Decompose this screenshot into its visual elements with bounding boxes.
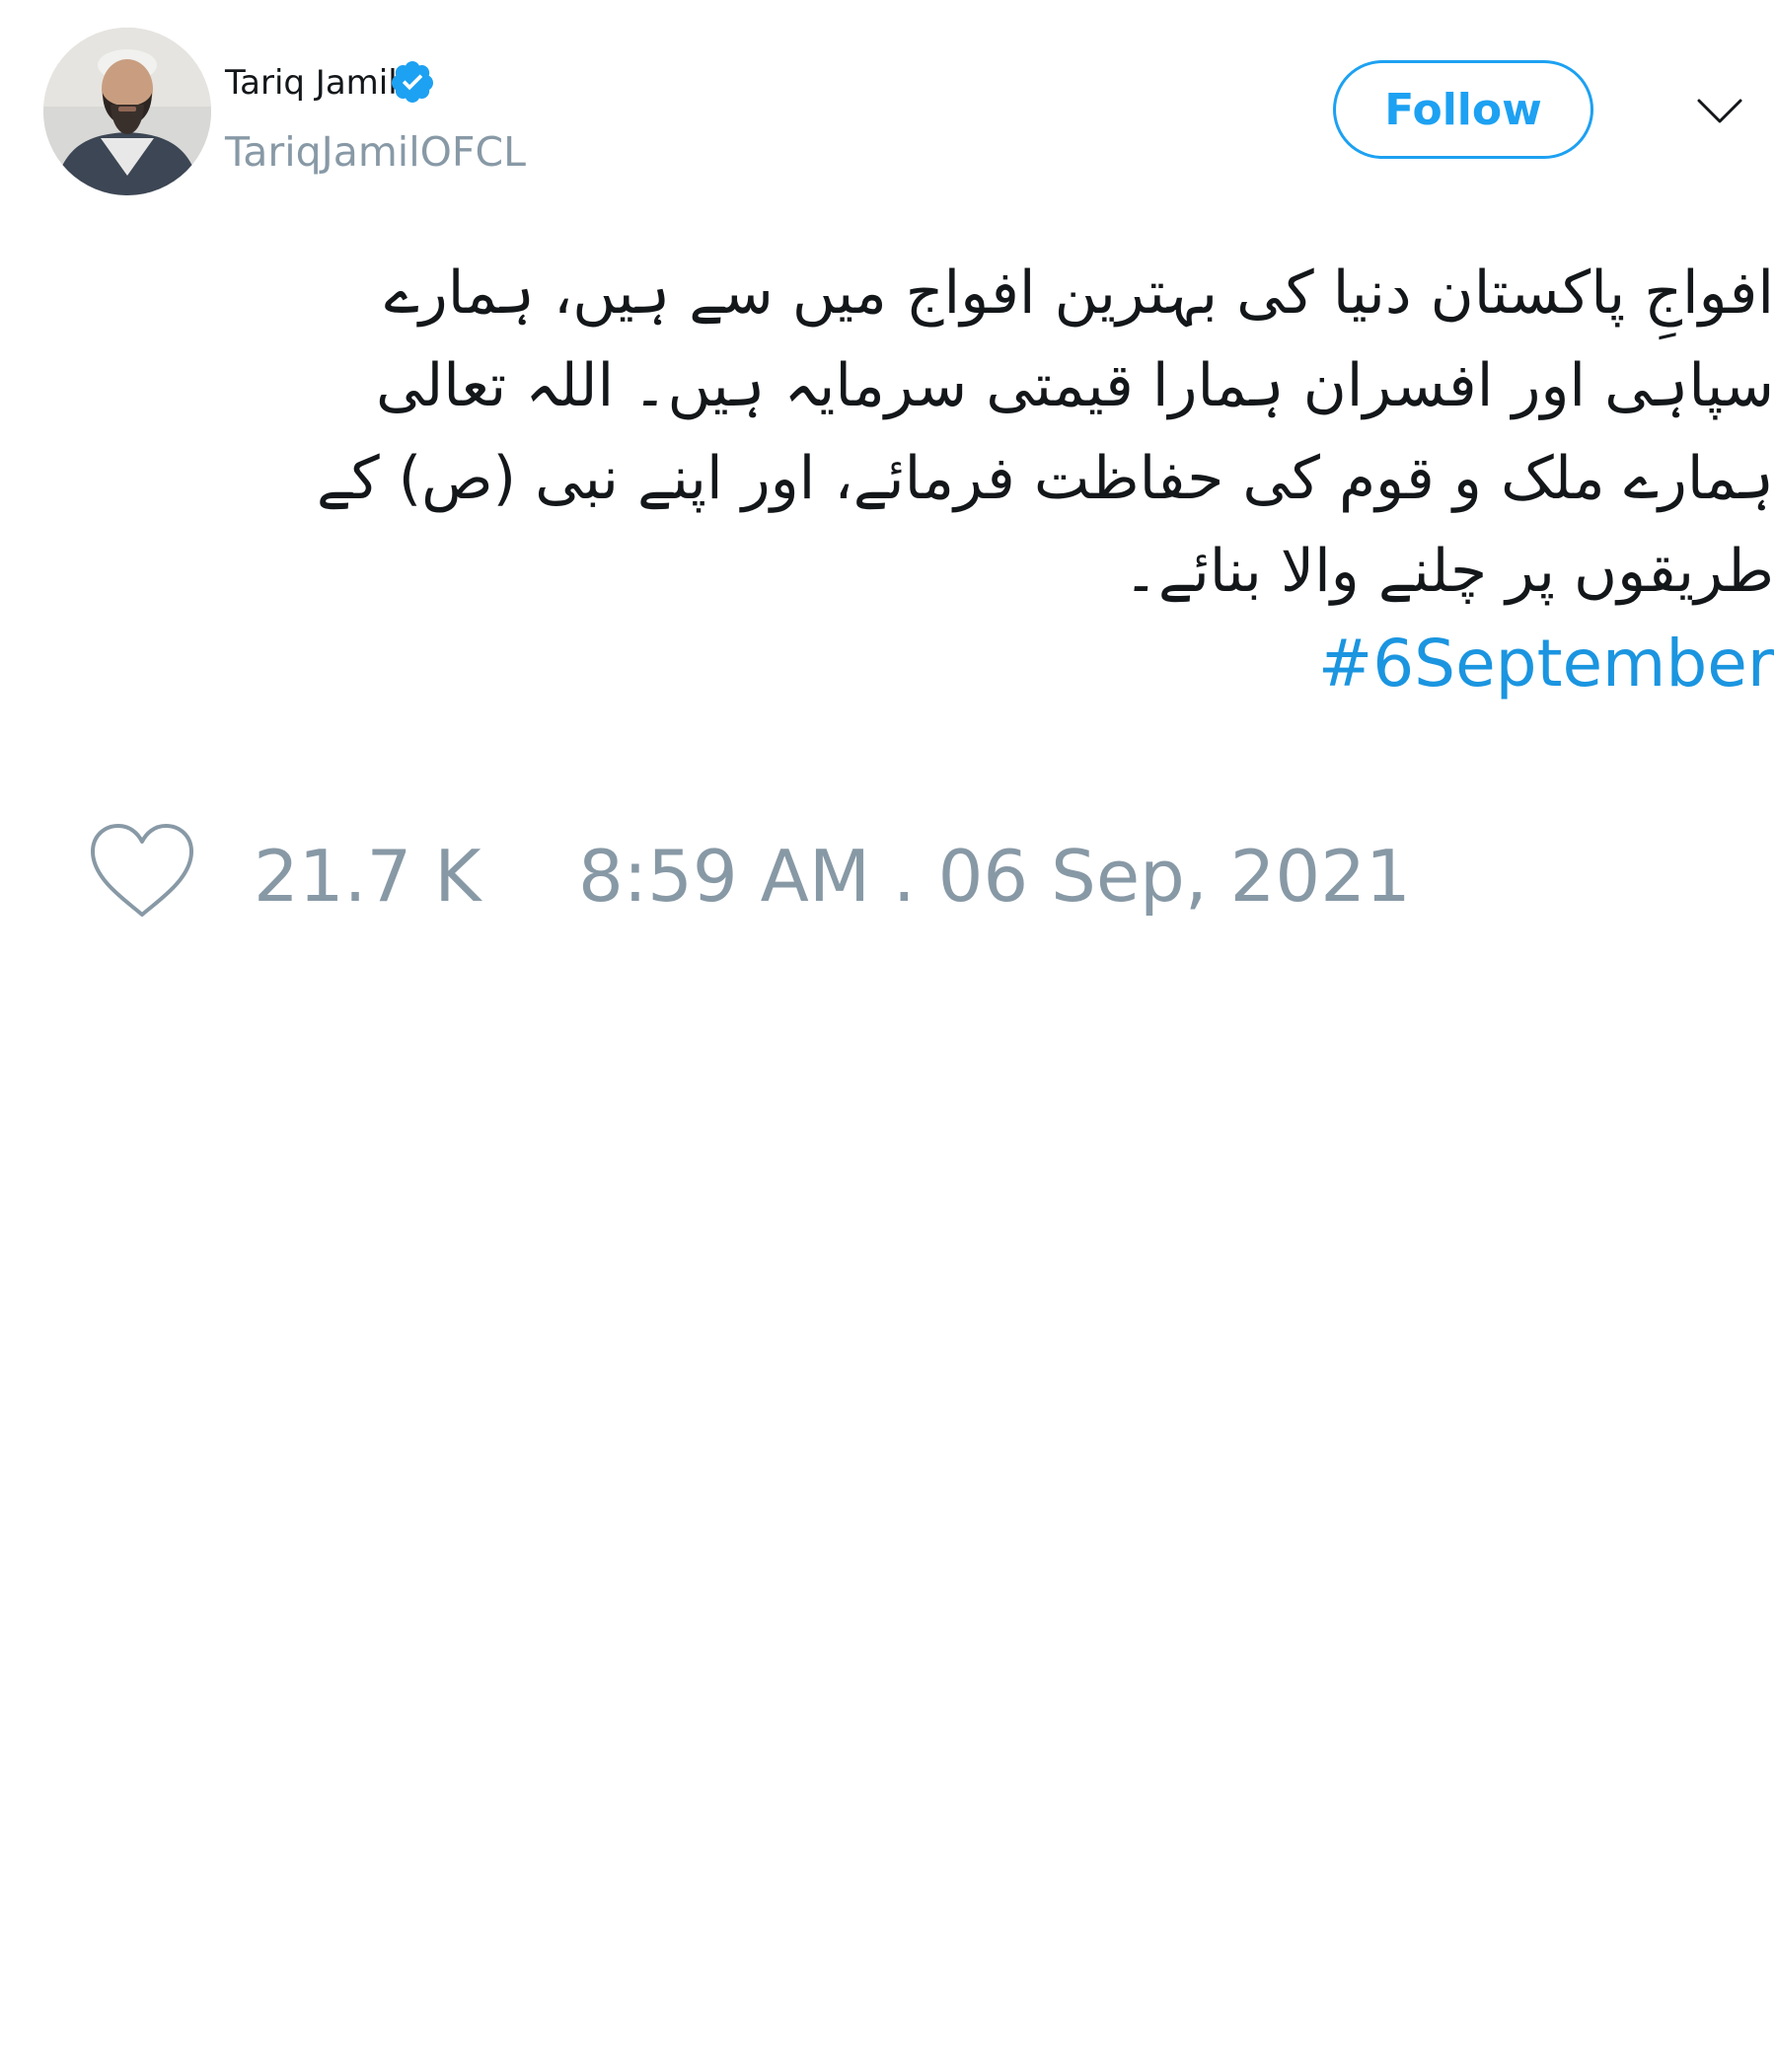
heart-icon[interactable] bbox=[87, 822, 197, 921]
tweet-text-line: سپاہی اور افسران ہمارا قیمتی سرمایہ ہیں۔… bbox=[375, 351, 1774, 420]
tweet-timestamp[interactable]: 8:59 AM . 06 Sep, 2021 bbox=[578, 835, 1411, 918]
follow-button[interactable]: Follow bbox=[1333, 60, 1593, 159]
tweet-text: افواجِ پاکستان دنیا کی بہترین افواج میں … bbox=[99, 247, 1774, 710]
avatar[interactable] bbox=[43, 28, 211, 195]
hashtag-link[interactable]: #6September bbox=[99, 618, 1774, 710]
author-display-name[interactable]: Tariq Jamil bbox=[225, 61, 398, 105]
author-handle[interactable]: TariqJamilOFCL bbox=[225, 126, 526, 178]
tweet-card: Tariq Jamil TariqJamilOFCL Follow افواجِ… bbox=[0, 0, 1776, 2072]
like-count: 21.7 K bbox=[254, 835, 481, 918]
tweet-text-line: افواجِ پاکستان دنیا کی بہترین افواج میں … bbox=[384, 259, 1774, 328]
avatar-image bbox=[43, 28, 211, 195]
tweet-text-line: ہمارے ملک و قوم کی حفاظت فرمائے، اور اپن… bbox=[316, 444, 1774, 513]
tweet-text-line: طریقوں پر چلنے والا بنائے۔ bbox=[1123, 537, 1774, 606]
verified-badge-icon bbox=[391, 61, 433, 103]
chevron-down-icon[interactable] bbox=[1695, 87, 1744, 136]
